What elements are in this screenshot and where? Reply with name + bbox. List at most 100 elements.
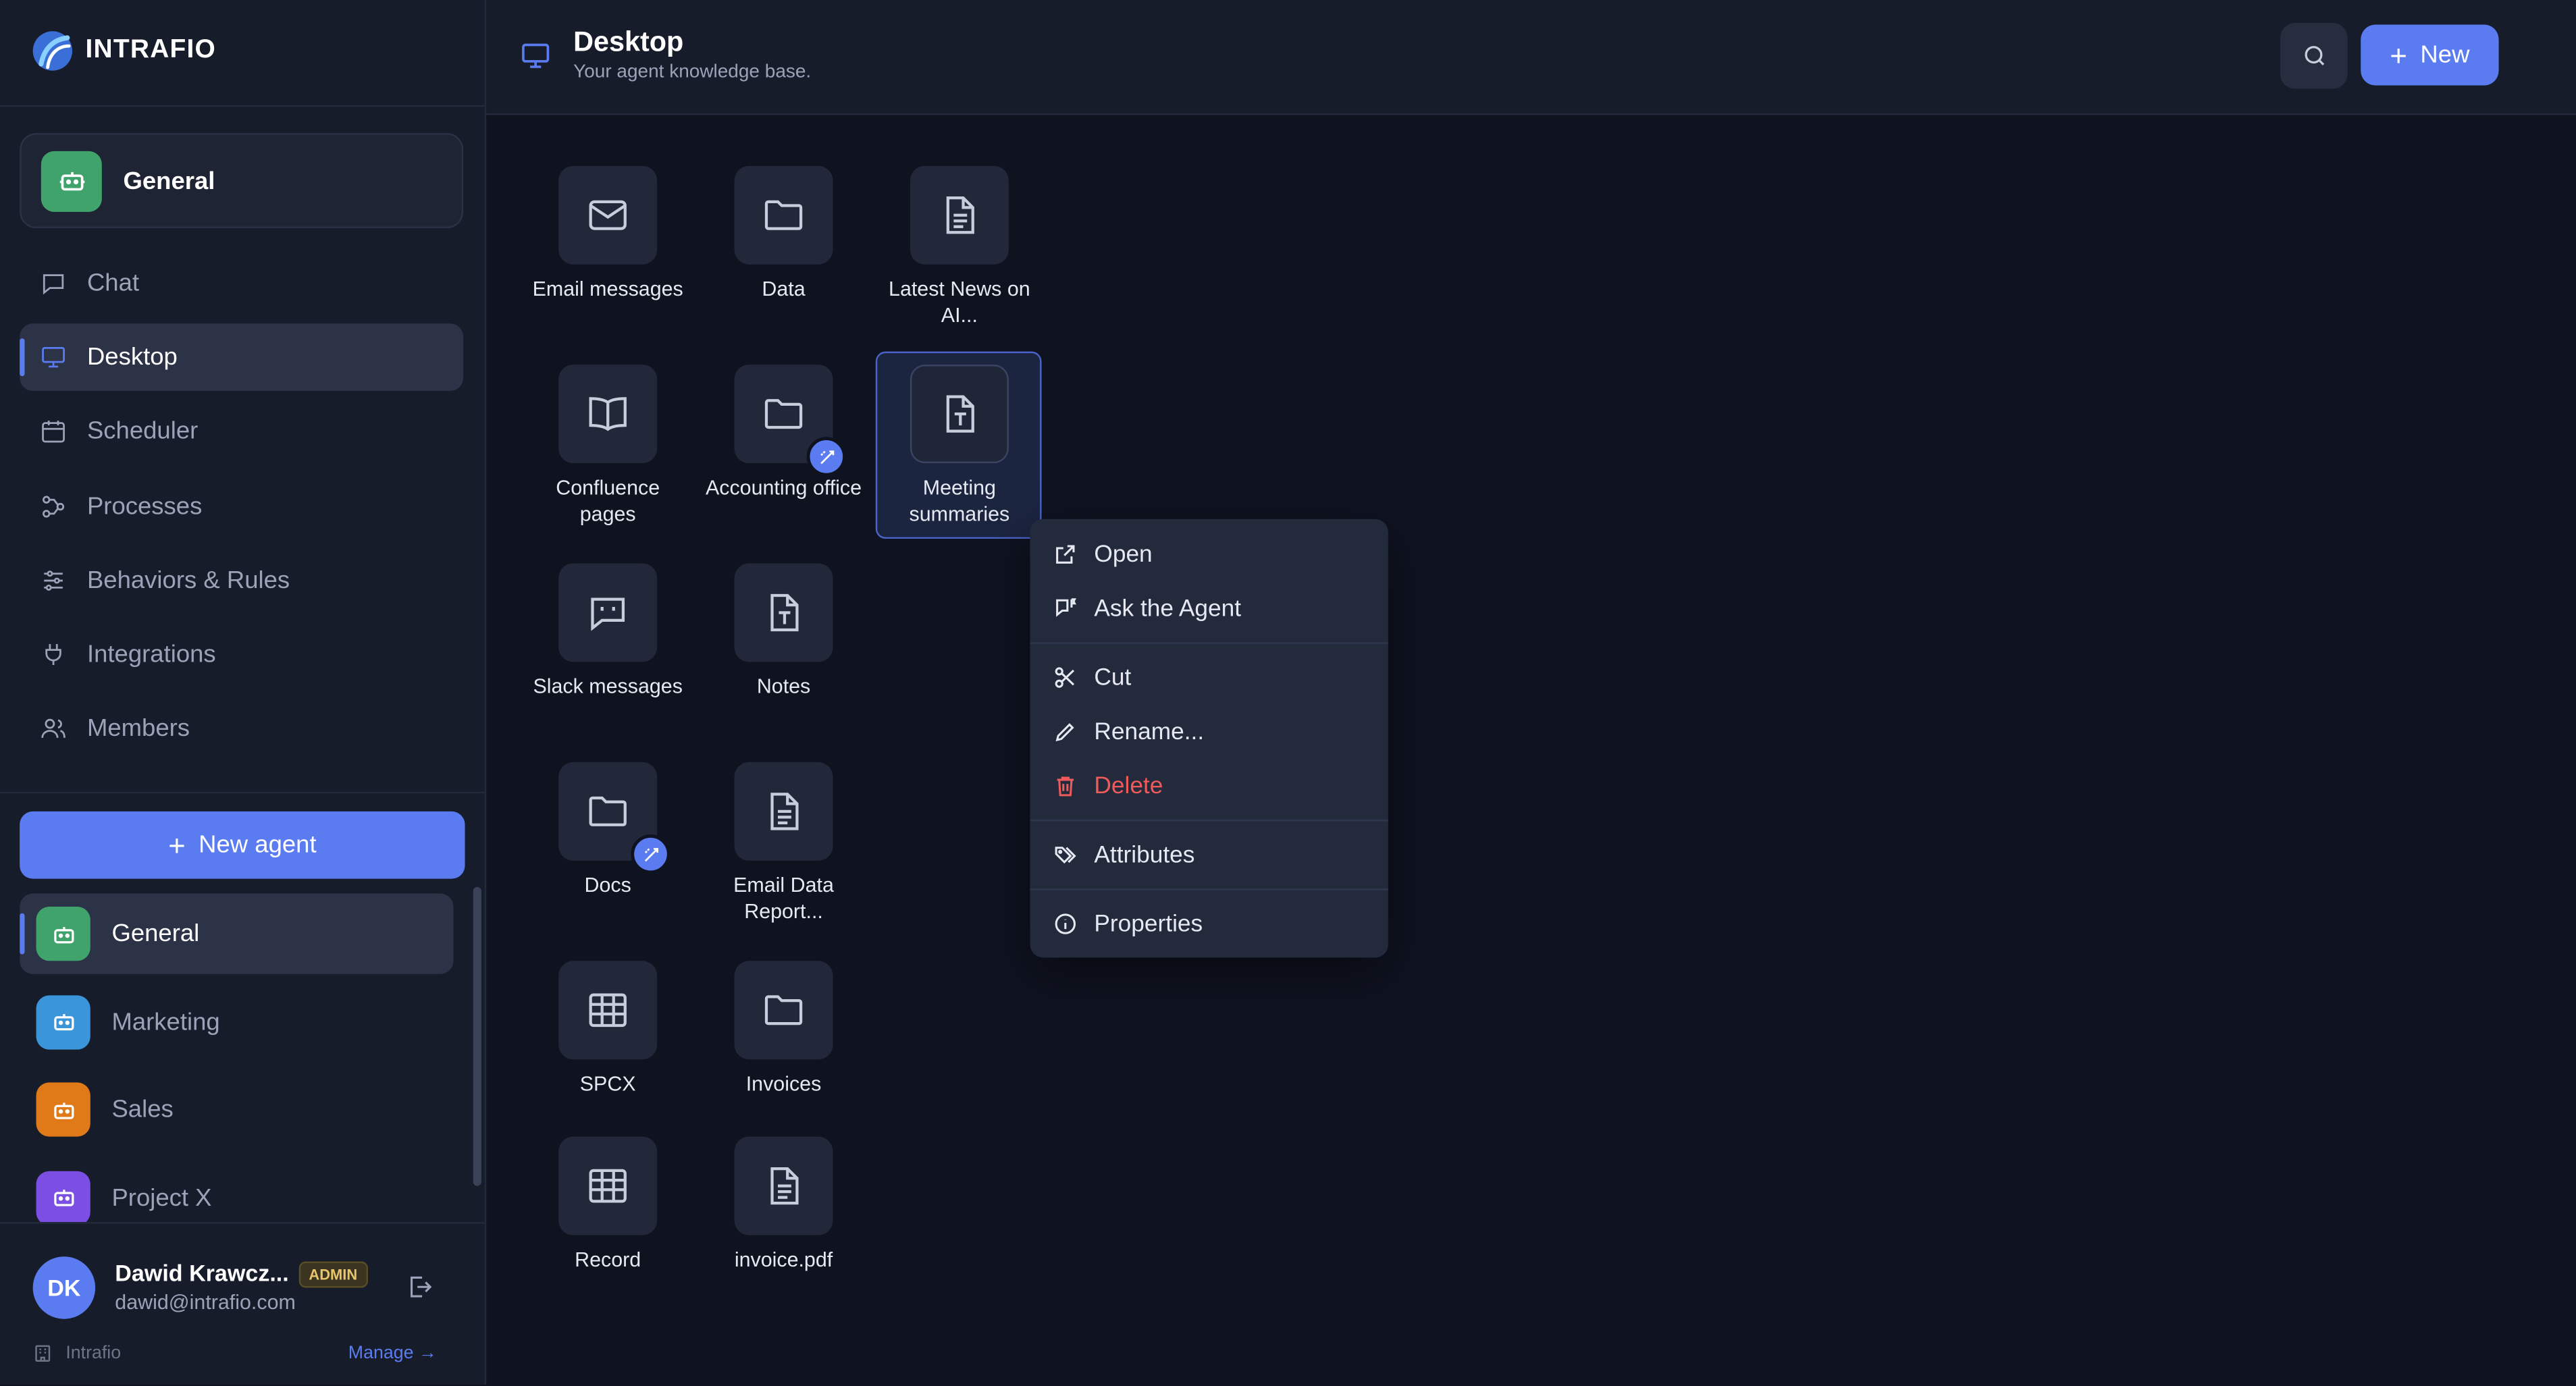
magic-badge bbox=[806, 437, 846, 477]
item-tile bbox=[734, 365, 846, 477]
desktop-item-latest-news[interactable]: Latest News on AI... bbox=[877, 165, 1041, 329]
desktop-item-record[interactable]: Record bbox=[526, 1136, 690, 1273]
org-label: Intrafio bbox=[33, 1343, 121, 1363]
avatar[interactable]: DK bbox=[32, 1256, 96, 1319]
desktop-item-data[interactable]: Data bbox=[702, 165, 866, 302]
magic-badge bbox=[631, 834, 671, 874]
sidebar-item-label: Scheduler bbox=[86, 417, 199, 446]
workspace-avatar bbox=[41, 150, 102, 211]
plus-icon: + bbox=[2390, 38, 2407, 72]
scissors-icon bbox=[1055, 667, 1075, 688]
brand-name: INTRAFIO bbox=[85, 36, 217, 64]
menu-item-ask-agent[interactable]: Ask the Agent bbox=[1030, 581, 1388, 635]
agent-item-general[interactable]: General bbox=[20, 893, 454, 974]
item-tile bbox=[558, 1136, 658, 1235]
desktop-item-accounting-office[interactable]: Accounting office bbox=[702, 365, 866, 501]
sidebar-item-label: Behaviors & Rules bbox=[86, 566, 290, 595]
brand[interactable]: INTRAFIO bbox=[30, 26, 216, 76]
document-icon bbox=[946, 196, 974, 234]
external-link-icon bbox=[1056, 545, 1075, 564]
sidebar-item-behaviors-rules[interactable]: Behaviors & Rules bbox=[20, 547, 463, 614]
menu-item-label: Open bbox=[1094, 541, 1153, 568]
agent-name: Marketing bbox=[111, 1007, 220, 1036]
folder-icon bbox=[589, 796, 627, 826]
agent-item-project-x[interactable]: Project X bbox=[20, 1157, 453, 1223]
item-tile bbox=[734, 563, 833, 662]
new-button[interactable]: + New bbox=[2361, 24, 2499, 86]
agent-avatar bbox=[36, 1170, 90, 1223]
sidebar-item-label: Chat bbox=[86, 269, 140, 298]
table-icon bbox=[589, 1169, 627, 1203]
users-icon bbox=[41, 719, 65, 739]
divider bbox=[0, 791, 485, 794]
menu-item-label: Cut bbox=[1094, 664, 1132, 691]
menu-item-label: Rename... bbox=[1094, 718, 1205, 745]
item-tile bbox=[734, 961, 833, 1060]
logout-icon[interactable] bbox=[406, 1273, 433, 1301]
menu-item-cut[interactable]: Cut bbox=[1030, 650, 1388, 704]
desktop-item-docs[interactable]: Docs bbox=[526, 762, 690, 899]
app-root: INTRAFIO General Chat Desktop Scheduler bbox=[0, 0, 2576, 1385]
sidebar-item-desktop[interactable]: Desktop bbox=[20, 323, 464, 392]
sidebar-nav: Chat Desktop Scheduler Processes Behavio… bbox=[20, 250, 464, 770]
sidebar-item-scheduler[interactable]: Scheduler bbox=[20, 398, 463, 466]
tags-icon bbox=[1055, 847, 1076, 864]
new-button-label: New bbox=[2420, 41, 2470, 70]
agent-item-sales[interactable]: Sales bbox=[20, 1069, 453, 1150]
item-tile bbox=[734, 762, 833, 861]
robot-icon bbox=[53, 1013, 74, 1031]
document-icon bbox=[770, 1167, 799, 1205]
desktop-item-confluence-pages[interactable]: Confluence pages bbox=[526, 365, 690, 527]
desktop-item-meeting-summaries[interactable]: Meeting summaries bbox=[877, 365, 1041, 527]
item-tile bbox=[558, 961, 658, 1060]
item-label: Accounting office bbox=[705, 476, 862, 500]
menu-item-rename[interactable]: Rename... bbox=[1030, 705, 1388, 759]
item-tile bbox=[734, 165, 833, 265]
user-email: dawid@intrafio.com bbox=[115, 1291, 296, 1314]
desktop-item-spcx[interactable]: SPCX bbox=[526, 961, 690, 1097]
plug-icon bbox=[45, 643, 61, 665]
quote-message-icon bbox=[591, 597, 625, 631]
sidebar-item-integrations[interactable]: Integrations bbox=[20, 621, 463, 689]
desktop-item-invoices[interactable]: Invoices bbox=[702, 961, 866, 1097]
item-label: Meeting summaries bbox=[909, 476, 1010, 526]
text-file-icon bbox=[770, 593, 799, 632]
item-label: Latest News on AI... bbox=[889, 277, 1030, 327]
workspace-switcher[interactable]: General bbox=[20, 133, 464, 229]
menu-item-delete[interactable]: Delete bbox=[1030, 759, 1388, 813]
divider bbox=[0, 105, 485, 107]
agent-avatar bbox=[36, 994, 90, 1049]
sidebar-item-processes[interactable]: Processes bbox=[20, 473, 463, 540]
item-label: Email Data Report... bbox=[733, 874, 834, 924]
search-button[interactable] bbox=[2280, 23, 2348, 89]
desktop-item-slack-messages[interactable]: Slack messages bbox=[526, 563, 690, 700]
mail-icon bbox=[589, 200, 627, 230]
robot-icon bbox=[53, 1190, 74, 1206]
user-panel: DK Dawid Krawcz... ADMIN dawid@intrafio.… bbox=[0, 1222, 485, 1386]
search-icon bbox=[2304, 46, 2324, 65]
menu-item-properties[interactable]: Properties bbox=[1030, 897, 1388, 951]
sidebar-item-chat[interactable]: Chat bbox=[20, 250, 463, 317]
menu-item-label: Properties bbox=[1094, 911, 1203, 938]
intrafio-logo-icon bbox=[32, 31, 73, 71]
desktop-item-email-data-report[interactable]: Email Data Report... bbox=[702, 762, 866, 925]
agent-item-marketing[interactable]: Marketing bbox=[20, 982, 453, 1062]
item-label: Confluence pages bbox=[556, 476, 660, 526]
desktop-item-invoice-pdf[interactable]: invoice.pdf bbox=[702, 1136, 866, 1273]
sidebar-scrollbar[interactable] bbox=[473, 886, 481, 1186]
item-tile bbox=[910, 365, 1009, 464]
item-label: invoice.pdf bbox=[734, 1248, 833, 1272]
item-label: Slack messages bbox=[533, 674, 683, 699]
desktop-item-notes[interactable]: Notes bbox=[702, 563, 866, 700]
menu-item-open[interactable]: Open bbox=[1030, 527, 1388, 581]
new-agent-button[interactable]: + New agent bbox=[20, 811, 465, 879]
manage-link[interactable]: Manage → bbox=[348, 1343, 437, 1363]
folder-icon bbox=[764, 200, 803, 230]
desktop-item-email-messages[interactable]: Email messages bbox=[526, 165, 690, 302]
item-tile bbox=[910, 165, 1009, 265]
item-tile bbox=[734, 1136, 833, 1235]
sidebar-item-members[interactable]: Members bbox=[20, 695, 463, 762]
robot-icon bbox=[53, 1102, 74, 1119]
menu-item-attributes[interactable]: Attributes bbox=[1030, 828, 1388, 882]
agent-name: Sales bbox=[111, 1095, 174, 1124]
